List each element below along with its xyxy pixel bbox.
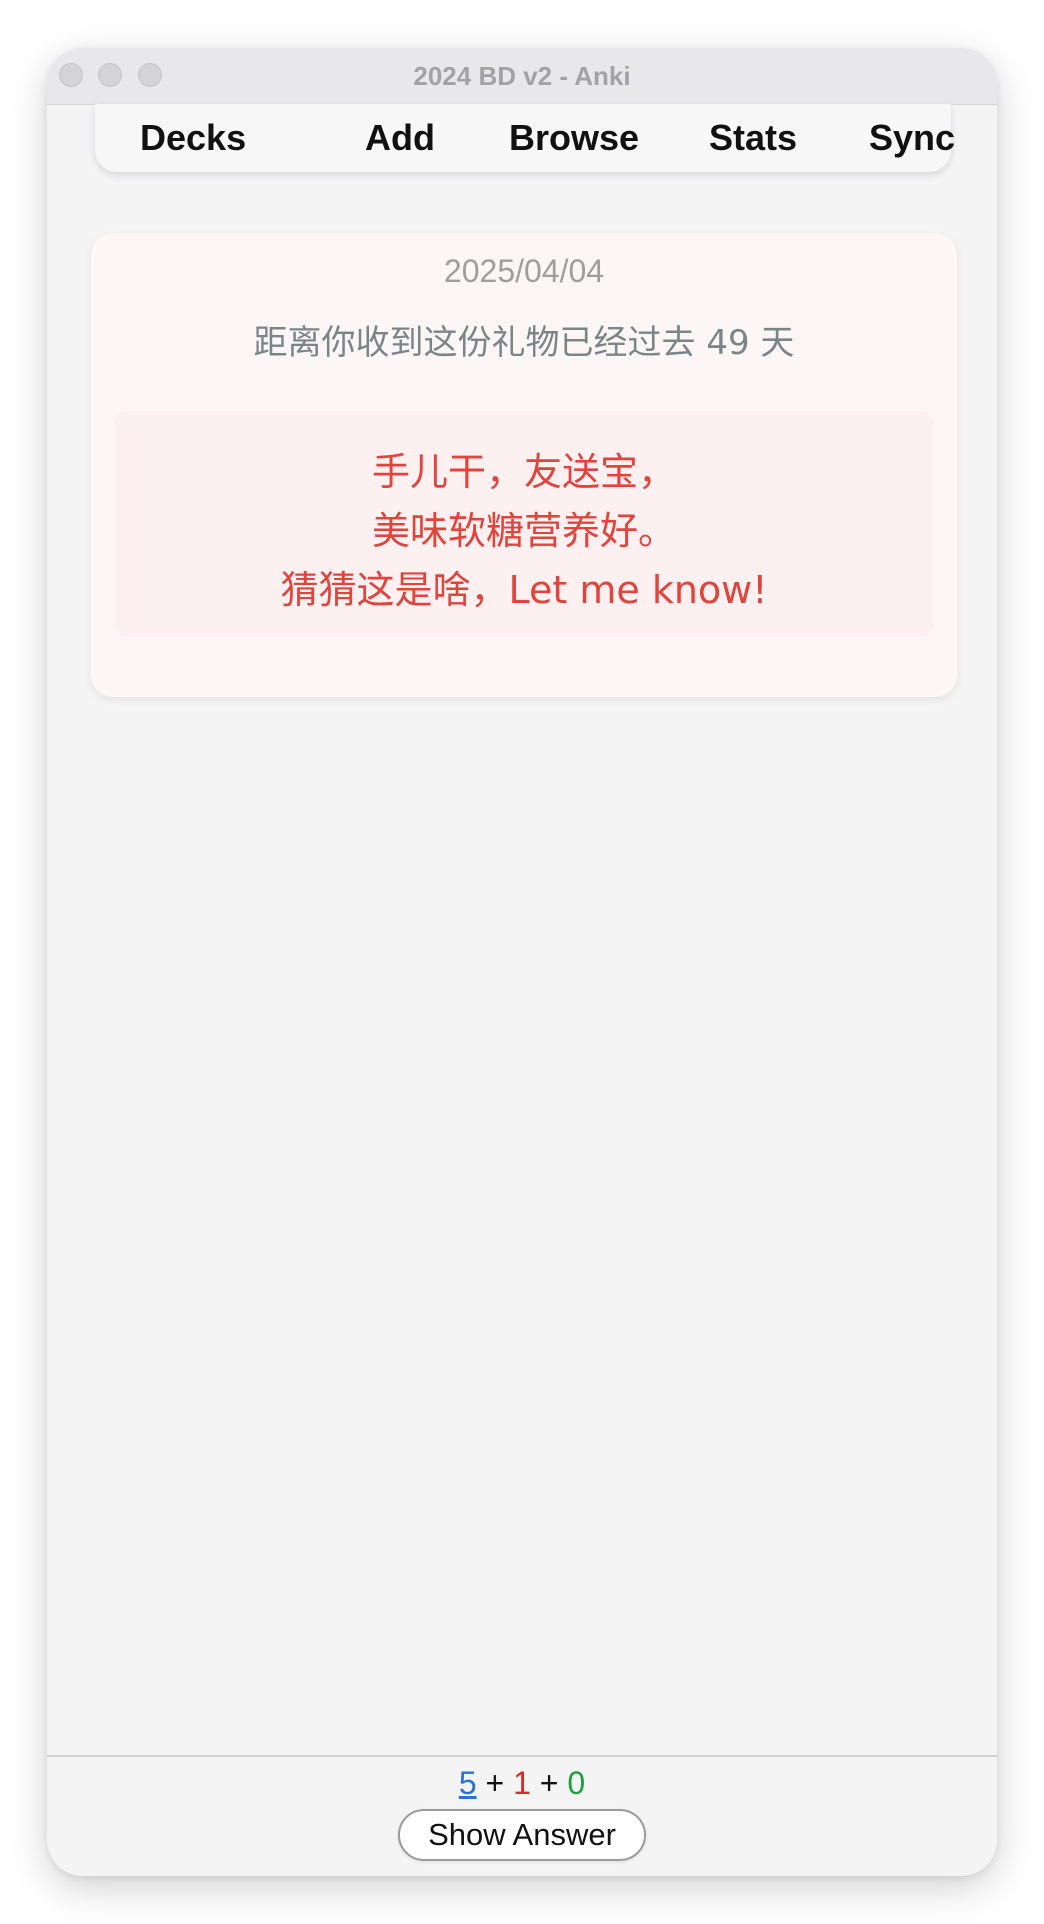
toolbar-sync-link[interactable]: Sync	[869, 104, 955, 172]
count-separator: +	[539, 1765, 568, 1801]
days-since-gift-text: 距离你收到这份礼物已经过去 49 天	[253, 323, 795, 363]
learn-count: 1	[513, 1765, 531, 1801]
riddle-line-2: 美味软糖营养好。	[371, 509, 676, 553]
review-count: 0	[567, 1765, 586, 1801]
riddle-line-1: 手儿干，友送宝，	[371, 450, 676, 494]
anki-window: 2024 BD v2 - Anki Decks Add Browse Stats…	[47, 48, 997, 1876]
new-count[interactable]: 5	[459, 1765, 477, 1801]
riddle-line-3: 猜猜这是啥，Let me know!	[280, 568, 768, 612]
title-bar[interactable]: 2024 BD v2 - Anki	[47, 48, 997, 105]
card-date: 2025/04/04	[443, 253, 605, 289]
toolbar-browse-link[interactable]: Browse	[509, 104, 639, 172]
count-separator: +	[485, 1765, 514, 1801]
window-title: 2024 BD v2 - Anki	[413, 61, 631, 91]
toolbar-add-link[interactable]: Add	[365, 104, 435, 172]
bottom-bar: 5 + 1 + 0 Show Answer	[47, 1755, 997, 1876]
toolbar-decks-link[interactable]: Decks	[140, 104, 246, 172]
show-answer-button[interactable]: Show Answer	[398, 1809, 646, 1861]
review-card: 2025/04/04 距离你收到这份礼物已经过去 49 天 手儿干，友送宝， 美…	[91, 233, 957, 697]
toolbar-stats-link[interactable]: Stats	[709, 104, 797, 172]
main-toolbar: Decks Add Browse Stats Sync	[95, 104, 955, 172]
due-counts: 5 + 1 + 0	[47, 1765, 997, 1802]
riddle-box: 手儿干，友送宝， 美味软糖营养好。 猜猜这是啥，Let me know!	[115, 411, 933, 637]
